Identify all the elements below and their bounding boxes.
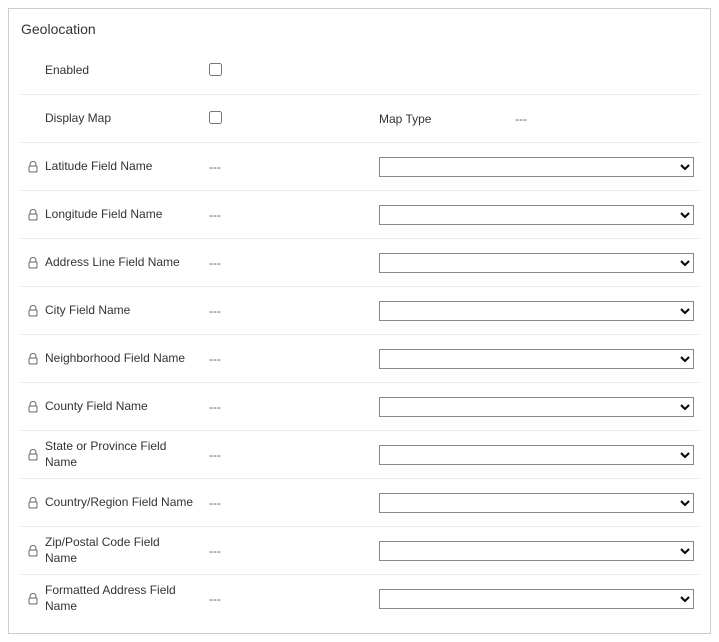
label-longitude: Longitude Field Name [41, 207, 195, 223]
row-zip: Zip/Postal Code Field Name --- [19, 527, 700, 575]
lock-icon [25, 545, 41, 557]
row-formatted: Formatted Address Field Name --- [19, 575, 700, 623]
lock-icon [25, 209, 41, 221]
select-city[interactable] [379, 301, 694, 321]
select-country[interactable] [379, 493, 694, 513]
value-formatted: --- [195, 592, 221, 606]
lock-icon [25, 161, 41, 173]
checkbox-enabled[interactable] [209, 63, 222, 76]
row-address: Address Line Field Name --- [19, 239, 700, 287]
select-longitude[interactable] [379, 205, 694, 225]
label-map-type: Map Type [379, 112, 509, 126]
checkbox-display-map[interactable] [209, 111, 222, 124]
row-county: County Field Name --- [19, 383, 700, 431]
label-neighborhood: Neighborhood Field Name [41, 351, 195, 367]
label-formatted: Formatted Address Field Name [41, 583, 195, 614]
row-city: City Field Name --- [19, 287, 700, 335]
value-latitude: --- [195, 160, 221, 174]
geolocation-panel: Geolocation Enabled Display Map [8, 8, 711, 634]
lock-icon [25, 257, 41, 269]
label-country: Country/Region Field Name [41, 495, 195, 511]
select-address[interactable] [379, 253, 694, 273]
label-zip: Zip/Postal Code Field Name [41, 535, 195, 566]
value-city: --- [195, 304, 221, 318]
row-country: Country/Region Field Name --- [19, 479, 700, 527]
lock-icon [25, 449, 41, 461]
value-county: --- [195, 400, 221, 414]
lock-icon [25, 401, 41, 413]
row-neighborhood: Neighborhood Field Name --- [19, 335, 700, 383]
label-enabled: Enabled [41, 63, 195, 79]
row-display-map: Display Map Map Type --- [19, 95, 700, 143]
select-latitude[interactable] [379, 157, 694, 177]
value-state: --- [195, 448, 221, 462]
select-county[interactable] [379, 397, 694, 417]
label-state: State or Province Field Name [41, 439, 195, 470]
label-city: City Field Name [41, 303, 195, 319]
row-enabled: Enabled [19, 47, 700, 95]
lock-icon [25, 497, 41, 509]
row-longitude: Longitude Field Name --- [19, 191, 700, 239]
value-longitude: --- [195, 208, 221, 222]
panel-title: Geolocation [21, 21, 700, 37]
lock-icon [25, 593, 41, 605]
select-neighborhood[interactable] [379, 349, 694, 369]
select-state[interactable] [379, 445, 694, 465]
value-address: --- [195, 256, 221, 270]
row-latitude: Latitude Field Name --- [19, 143, 700, 191]
select-zip[interactable] [379, 541, 694, 561]
select-formatted[interactable] [379, 589, 694, 609]
value-map-type: --- [509, 112, 527, 126]
value-neighborhood: --- [195, 352, 221, 366]
row-state: State or Province Field Name --- [19, 431, 700, 479]
label-latitude: Latitude Field Name [41, 159, 195, 175]
value-country: --- [195, 496, 221, 510]
value-zip: --- [195, 544, 221, 558]
label-display-map: Display Map [41, 111, 195, 127]
lock-icon [25, 353, 41, 365]
lock-icon [25, 305, 41, 317]
label-address: Address Line Field Name [41, 255, 195, 271]
label-county: County Field Name [41, 399, 195, 415]
